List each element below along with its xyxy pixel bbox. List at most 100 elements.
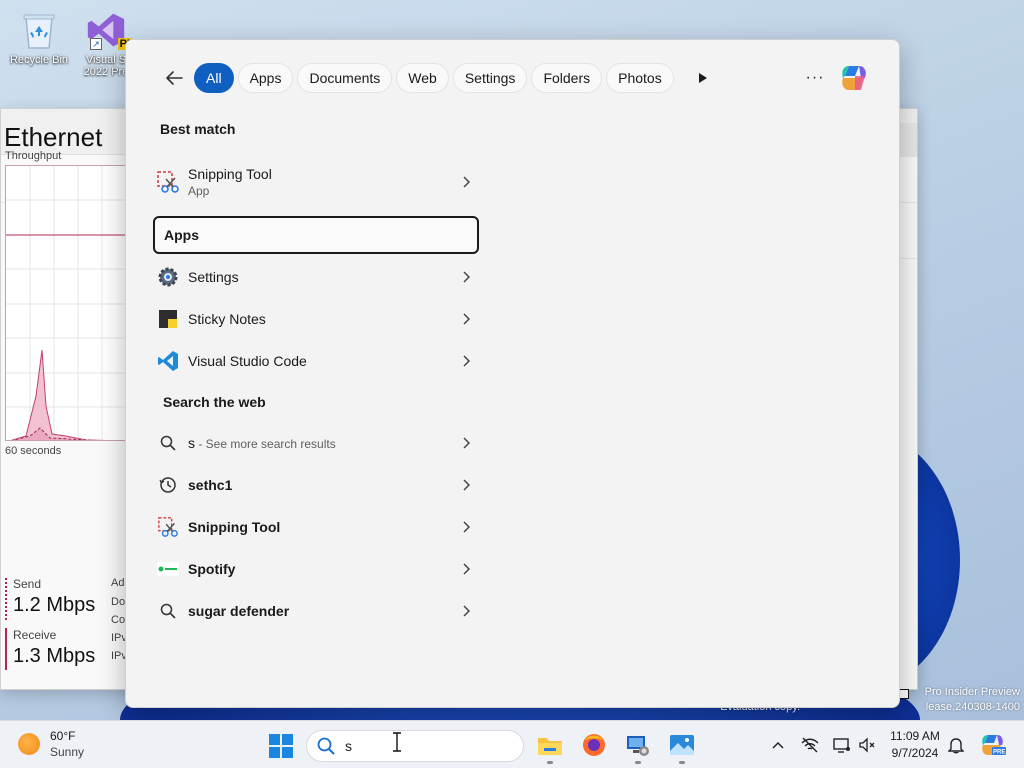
- search-filter-tabs: All Apps Documents Web Settings Folders …: [194, 63, 674, 93]
- windows-logo-icon: [269, 734, 293, 758]
- file-explorer-icon: [538, 738, 562, 755]
- firefox-button[interactable]: [580, 731, 608, 759]
- recycle-bin-icon: [19, 10, 59, 50]
- more-filters-button[interactable]: [692, 67, 714, 89]
- app-result-title: Sticky Notes: [188, 311, 266, 327]
- notification-bell-icon: [948, 738, 964, 754]
- app-result-settings[interactable]: Settings: [156, 264, 474, 290]
- web-result-query: Snipping Tool: [188, 519, 281, 535]
- copilot-button[interactable]: [837, 63, 871, 93]
- photos-icon: [670, 735, 694, 755]
- start-button[interactable]: [268, 733, 294, 759]
- recycle-bin-desktop-icon[interactable]: Recycle Bin: [3, 4, 75, 66]
- graph-span-label: 60 seconds: [5, 445, 62, 457]
- start-search-panel: All Apps Documents Web Settings Folders …: [125, 39, 900, 708]
- copilot-icon: [842, 66, 866, 90]
- app-result-title: Settings: [188, 269, 239, 285]
- more-options-button[interactable]: ···: [803, 67, 827, 89]
- filter-tab-folders[interactable]: Folders: [531, 63, 603, 93]
- network-off-icon: [801, 737, 819, 753]
- snipping-tool-icon: [156, 515, 180, 539]
- filter-tab-settings[interactable]: Settings: [452, 63, 528, 93]
- chevron-right-icon: [458, 311, 474, 327]
- web-result-spotify[interactable]: Spotify: [156, 556, 474, 582]
- notifications-button[interactable]: [946, 735, 966, 755]
- text-cursor-icon: [393, 732, 401, 752]
- sound-icon: [859, 737, 875, 753]
- build-watermark-line1: Pro Insider Preview: [924, 686, 1020, 698]
- receive-value: 1.3 Mbps: [13, 645, 96, 667]
- filter-tab-web[interactable]: Web: [396, 63, 449, 93]
- clock-time: 11:09 AM: [890, 729, 940, 743]
- copilot-taskbar-button[interactable]: PRE: [980, 732, 1006, 758]
- show-hidden-icons-button[interactable]: [768, 735, 788, 755]
- copilot-preview-icon: PRE: [982, 735, 1006, 756]
- taskbar-search-input[interactable]: s: [345, 738, 352, 754]
- app-result-vscode[interactable]: Visual Studio Code: [156, 348, 474, 374]
- send-area: [11, 427, 99, 440]
- app-result-sticky-notes[interactable]: Sticky Notes: [156, 306, 474, 332]
- best-match-title: Snipping Tool: [188, 166, 272, 182]
- detail-label: Co: [111, 614, 126, 626]
- photos-button[interactable]: [668, 731, 696, 759]
- web-result-sugar-defender[interactable]: sugar defender: [156, 598, 474, 624]
- filter-tab-documents[interactable]: Documents: [297, 63, 393, 93]
- chevron-right-icon: [458, 174, 474, 190]
- chevron-right-icon: [458, 519, 474, 535]
- sticky-notes-icon: [156, 307, 180, 331]
- taskbar: 60°F Sunny s 11:09 AM 9/7/2024 PRE: [0, 720, 1024, 768]
- taskbar-search-box[interactable]: s: [306, 730, 524, 762]
- search-icon: [317, 737, 335, 755]
- chevron-right-icon: [458, 561, 474, 577]
- web-result-sethc1[interactable]: sethc1: [156, 472, 474, 498]
- chevron-right-icon: [458, 353, 474, 369]
- network-button[interactable]: [800, 735, 820, 755]
- display-icon: [833, 738, 850, 753]
- chevron-right-icon: [458, 603, 474, 619]
- weather-widget[interactable]: 60°F Sunny: [18, 729, 84, 759]
- search-icon: [156, 431, 180, 455]
- best-match-subtitle: App: [188, 184, 210, 198]
- send-value: 1.2 Mbps: [13, 594, 96, 616]
- back-button[interactable]: [160, 64, 188, 92]
- detail-label: Do: [111, 596, 126, 608]
- back-arrow-icon: [166, 71, 183, 85]
- remote-desktop-icon: [627, 736, 649, 756]
- web-result-query: Spotify: [188, 561, 236, 577]
- receive-area: [10, 349, 108, 440]
- vscode-icon: [156, 349, 180, 373]
- filter-tab-photos[interactable]: Photos: [606, 63, 674, 93]
- web-result-snipping-tool[interactable]: Snipping Tool: [156, 514, 474, 540]
- build-watermark-line2: lease.240308-1400: [925, 701, 1020, 713]
- play-arrow-icon: [699, 73, 707, 83]
- file-explorer-button[interactable]: [536, 731, 564, 759]
- best-match-result[interactable]: Snipping Tool App: [156, 161, 474, 203]
- chevron-right-icon: [458, 269, 474, 285]
- receive-label: Receive: [13, 628, 57, 642]
- running-indicator: [679, 761, 685, 764]
- display-button[interactable]: [832, 735, 852, 755]
- throughput-label: Throughput: [5, 150, 62, 162]
- shortcut-arrow-icon: ↗: [90, 38, 102, 50]
- chevron-right-icon: [458, 435, 474, 451]
- recycle-bin-label: Recycle Bin: [9, 54, 69, 66]
- apps-section-heading[interactable]: Apps: [153, 216, 479, 254]
- filter-tab-all[interactable]: All: [194, 63, 234, 93]
- clock[interactable]: 11:09 AM 9/7/2024: [880, 729, 950, 760]
- snipping-tool-icon: [156, 170, 180, 194]
- volume-button[interactable]: [858, 735, 878, 755]
- best-match-heading: Best match: [160, 121, 236, 137]
- receive-indicator: [5, 628, 7, 670]
- filter-tab-apps[interactable]: Apps: [237, 63, 294, 93]
- web-result-query: sethc1: [188, 477, 233, 493]
- send-label: Send: [13, 577, 42, 591]
- search-icon: [156, 599, 180, 623]
- remote-desktop-button[interactable]: [624, 731, 652, 759]
- settings-gear-icon: [156, 265, 180, 289]
- throughput-graph-svg: [6, 166, 126, 440]
- running-indicator: [547, 761, 553, 764]
- sunny-weather-icon: [18, 733, 40, 755]
- search-the-web-heading: Search the web: [163, 394, 266, 410]
- app-result-title: Visual Studio Code: [188, 353, 307, 369]
- web-result-see-more[interactable]: s - See more search results: [156, 430, 474, 456]
